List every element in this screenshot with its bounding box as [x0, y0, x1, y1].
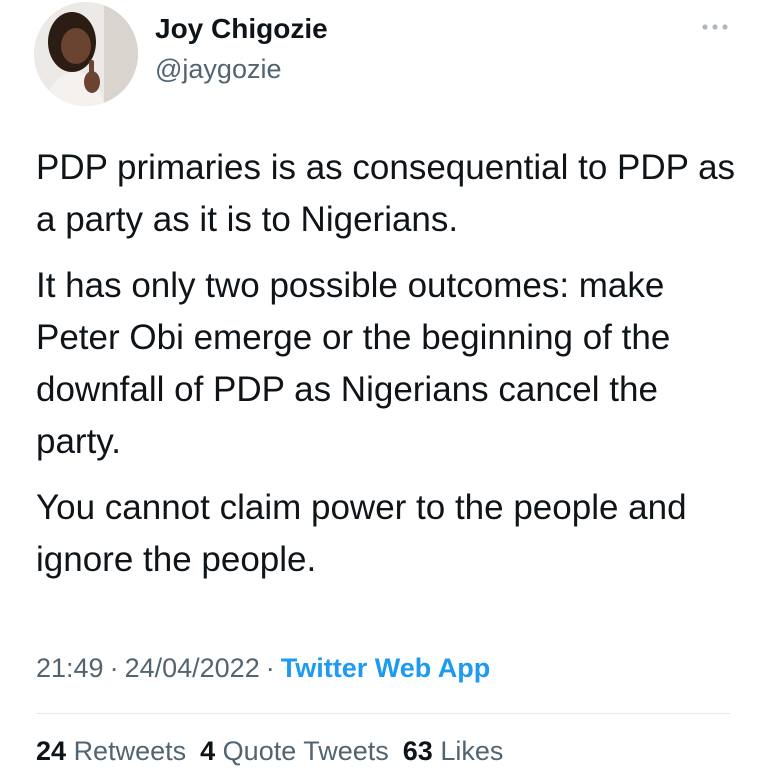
quote-tweets-label: Quote Tweets [222, 736, 389, 766]
tweet-paragraph: PDP primaries is as consequential to PDP… [36, 148, 736, 239]
separator-dot: · [109, 653, 119, 683]
tweet-card: Joy Chigozie @jaygozie PDP primaries is … [0, 0, 768, 777]
retweets-count: 24 [36, 736, 67, 766]
quote-tweets-stat[interactable]: 4 Quote Tweets [200, 733, 389, 769]
separator-dot: · [265, 653, 275, 683]
author-handle[interactable]: @jaygozie [155, 52, 281, 86]
retweets-label: Retweets [73, 736, 187, 766]
tweet-metadata: 21:49 · 24/04/2022 · Twitter Web App [36, 650, 490, 686]
avatar-image [34, 2, 138, 106]
more-options-icon[interactable] [700, 20, 730, 34]
quote-tweets-count: 4 [200, 736, 216, 766]
tweet-source-link[interactable]: Twitter Web App [281, 653, 491, 683]
tweet-text: PDP primaries is as consequential to PDP… [36, 142, 736, 600]
likes-label: Likes [440, 736, 504, 766]
tweet-paragraph: It has only two possible outcomes: make … [36, 266, 671, 461]
likes-count: 63 [402, 736, 433, 766]
likes-stat[interactable]: 63 Likes [403, 733, 504, 769]
tweet-paragraph: You cannot claim power to the people and… [36, 488, 687, 579]
author-display-name[interactable]: Joy Chigozie [155, 12, 328, 46]
tweet-stats: 24 Retweets 4 Quote Tweets 63 Likes [36, 733, 517, 769]
divider [36, 713, 730, 714]
retweets-stat[interactable]: 24 Retweets [36, 733, 186, 769]
tweet-date[interactable]: 24/04/2022 [125, 653, 260, 683]
tweet-time[interactable]: 21:49 [36, 653, 104, 683]
avatar[interactable] [34, 2, 138, 106]
